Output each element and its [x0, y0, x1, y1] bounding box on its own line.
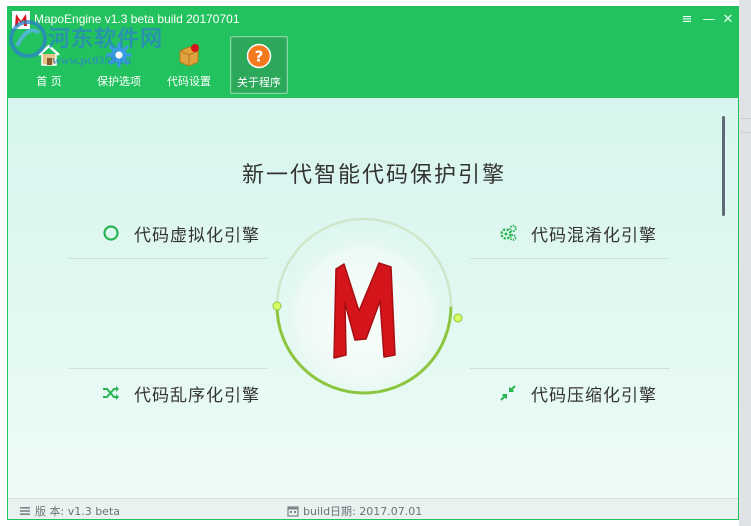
list-icon: [20, 507, 30, 515]
watermark-text: 河东软件网: [48, 26, 164, 52]
feature-reordering-label: 代码乱序化引擎: [134, 385, 260, 406]
main-window: MapoEngine v1.3 beta build 20170701 ≡ — …: [7, 6, 739, 520]
calendar-icon: [287, 506, 299, 517]
vertical-scrollbar[interactable]: [719, 102, 728, 494]
divider: [470, 368, 670, 369]
question-icon: ?: [246, 43, 272, 69]
feature-virtualization: 代码虚拟化引擎: [102, 219, 260, 247]
box-icon: [179, 44, 199, 67]
tab-about[interactable]: ? 关于程序: [230, 36, 288, 94]
tab-code-settings[interactable]: 代码设置: [160, 36, 218, 94]
shuffle-icon: [103, 386, 119, 400]
build-date-info: build日期: 2017.07.01: [287, 503, 422, 519]
feature-virtualization-label: 代码虚拟化引擎: [134, 225, 260, 246]
feature-reordering: 代码乱序化引擎: [102, 379, 260, 407]
background-divider: [741, 118, 751, 119]
feature-compression-label: 代码压缩化引擎: [531, 385, 657, 406]
watermark-url: www.pc0359.cn: [52, 53, 132, 67]
close-button[interactable]: ✕: [715, 9, 738, 31]
status-bar: 版 本: v1.3 beta build日期: 2017.07.01: [8, 498, 738, 519]
divider: [68, 258, 268, 259]
page-title: 新一代智能代码保护引擎: [241, 163, 506, 188]
tab-about-label: 关于程序: [237, 76, 281, 89]
version-text: 版 本: v1.3 beta: [35, 505, 121, 518]
gears-icon: [500, 224, 517, 241]
feature-obfuscation: 代码混淆化引擎: [499, 219, 657, 247]
feature-obfuscation-label: 代码混淆化引擎: [531, 225, 657, 246]
divider: [68, 368, 268, 369]
tab-code-settings-label: 代码设置: [167, 75, 211, 88]
background-divider: [741, 132, 751, 133]
tab-home-label: 首 页: [36, 75, 62, 88]
svg-text:?: ?: [255, 48, 264, 66]
circle-icon: [103, 225, 119, 241]
version-info: 版 本: v1.3 beta: [19, 503, 120, 519]
tab-protection-options-label: 保护选项: [97, 75, 141, 88]
divider: [470, 258, 670, 259]
watermark-logo-icon: [9, 20, 47, 58]
engine-logo-graphic: [272, 217, 463, 401]
build-date-text: build日期: 2017.07.01: [303, 505, 423, 518]
title-bar[interactable]: MapoEngine v1.3 beta build 20170701 ≡ — …: [8, 7, 738, 98]
about-panel: 新一代智能代码保护引擎 代码虚拟化引擎 代码混淆化引擎 代码乱序化引擎 代码压缩…: [8, 98, 738, 498]
compress-icon: [500, 385, 516, 401]
background-window-edge: [739, 0, 751, 526]
scroll-thumb[interactable]: [722, 116, 725, 216]
feature-compression: 代码压缩化引擎: [499, 379, 657, 407]
